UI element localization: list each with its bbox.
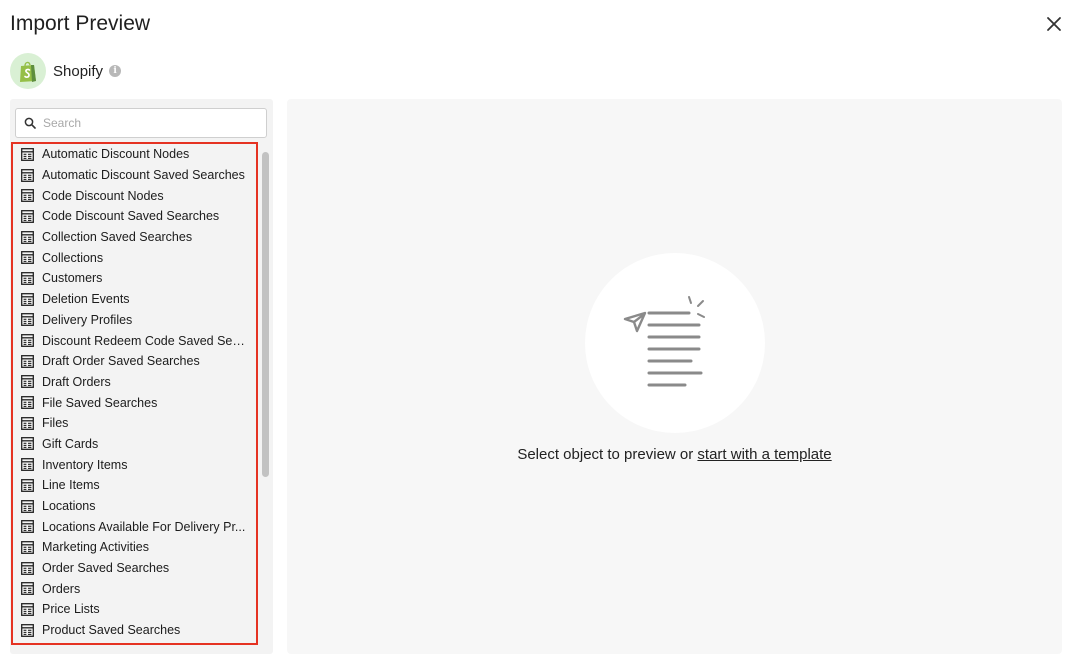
- object-list-item[interactable]: Discount Redeem Code Saved Sea...: [13, 330, 256, 351]
- dialog-title: Import Preview: [10, 12, 151, 35]
- object-list-item[interactable]: Draft Orders: [13, 372, 256, 393]
- close-icon: [1047, 17, 1061, 31]
- object-list-item[interactable]: Price Lists: [13, 599, 256, 620]
- close-button[interactable]: [1043, 13, 1065, 35]
- object-list-item[interactable]: Marketing Activities: [13, 537, 256, 558]
- table-icon: [21, 334, 34, 347]
- table-icon: [21, 582, 34, 596]
- table-icon: [21, 458, 34, 472]
- object-list-item-label: Orders: [42, 581, 81, 596]
- source-name: Shopify: [53, 62, 104, 80]
- table-icon: [21, 313, 34, 327]
- document-send-icon: [623, 296, 705, 387]
- preview-panel: Select object to preview or start with a…: [287, 99, 1062, 654]
- table-icon: [21, 478, 34, 492]
- table-icon: [21, 230, 34, 244]
- table-icon: [21, 147, 34, 161]
- object-list-item[interactable]: Order Saved Searches: [13, 558, 256, 579]
- object-list-item-label: Collections: [42, 250, 104, 265]
- shopify-logo: [10, 53, 46, 89]
- table-icon: [21, 416, 34, 430]
- table-icon: [21, 540, 34, 554]
- object-list-item[interactable]: Locations: [13, 496, 256, 517]
- object-list-item-label: Code Discount Saved Searches: [42, 209, 220, 224]
- object-list-item[interactable]: Automatic Discount Saved Searches: [13, 165, 256, 186]
- object-list: Automatic Discount Nodes Automatic Discou…: [11, 142, 258, 645]
- table-icon: [21, 251, 34, 265]
- object-list-item-label: Delivery Profiles: [42, 312, 133, 327]
- table-icon: [21, 437, 34, 451]
- table-icon: [21, 354, 34, 368]
- search-input[interactable]: [43, 116, 243, 130]
- object-list-item-label: Draft Order Saved Searches: [42, 354, 200, 369]
- search-box: [15, 108, 267, 138]
- object-list-item-label: Automatic Discount Nodes: [42, 147, 190, 162]
- table-icon: [21, 396, 34, 410]
- object-list-item-label: Deletion Events: [42, 292, 130, 307]
- object-list-item-label: Locations Available For Delivery Pr...: [42, 519, 246, 534]
- object-list-item-label: Order Saved Searches: [42, 561, 170, 576]
- object-list-item-label: Customers: [42, 271, 103, 286]
- object-list-item-label: Price Lists: [42, 602, 100, 617]
- table-icon: [21, 499, 34, 513]
- table-icon: [21, 168, 34, 182]
- table-icon: [21, 189, 34, 203]
- object-list-item[interactable]: File Saved Searches: [13, 392, 256, 413]
- object-list-item[interactable]: Product Saved Searches: [13, 620, 256, 641]
- table-icon: [21, 375, 34, 389]
- object-list-item-label: Collection Saved Searches: [42, 230, 193, 245]
- object-list-item-label: Gift Cards: [42, 436, 99, 451]
- object-list-item-label: Draft Orders: [42, 374, 111, 389]
- table-icon: [21, 561, 34, 575]
- object-list-item[interactable]: Collection Saved Searches: [13, 227, 256, 248]
- shopify-bag-icon: [20, 61, 36, 82]
- object-list-item[interactable]: Draft Order Saved Searches: [13, 351, 256, 372]
- object-list-item-label: Marketing Activities: [42, 540, 149, 555]
- object-list-item[interactable]: Customers: [13, 268, 256, 289]
- object-list-item-label: Locations: [42, 499, 96, 514]
- object-list-item-label: Line Items: [42, 478, 100, 493]
- start-with-template-link[interactable]: start with a template: [697, 446, 831, 463]
- table-icon: [21, 209, 34, 223]
- object-list-item[interactable]: Deletion Events: [13, 289, 256, 310]
- object-list-item[interactable]: Delivery Profiles: [13, 310, 256, 331]
- info-icon[interactable]: i: [109, 65, 122, 77]
- object-list-item-label: File Saved Searches: [42, 395, 158, 410]
- object-list-item[interactable]: Inventory Items: [13, 454, 256, 475]
- source-header: Shopify i: [10, 53, 122, 89]
- object-list-item-label: Automatic Discount Saved Searches: [42, 168, 245, 183]
- object-list-item-label: Code Discount Nodes: [42, 188, 164, 203]
- search-icon: [24, 117, 36, 129]
- list-scrollbar[interactable]: [262, 152, 269, 477]
- object-list-item-label: Inventory Items: [42, 457, 128, 472]
- object-list-item[interactable]: Automatic Discount Nodes: [13, 144, 256, 165]
- table-icon: [21, 603, 34, 616]
- empty-state-message: Select object to preview or start with a…: [287, 446, 1062, 463]
- object-list-item-label: Discount Redeem Code Saved Sea...: [42, 333, 247, 348]
- object-sidebar: Automatic Discount Nodes Automatic Discou…: [10, 99, 273, 654]
- table-icon: [21, 520, 34, 534]
- object-list-item-label: Files: [42, 416, 69, 431]
- object-list-item[interactable]: Orders: [13, 578, 256, 599]
- object-list-item[interactable]: Collections: [13, 247, 256, 268]
- object-list-item[interactable]: Files: [13, 413, 256, 434]
- object-list-item[interactable]: Code Discount Nodes: [13, 185, 256, 206]
- object-list-item[interactable]: Line Items: [13, 475, 256, 496]
- table-icon: [21, 623, 34, 637]
- object-list-item[interactable]: Code Discount Saved Searches: [13, 206, 256, 227]
- empty-state-text: Select object to preview or: [517, 446, 698, 463]
- object-list-item[interactable]: Gift Cards: [13, 434, 256, 455]
- empty-state-illustration: [585, 253, 765, 433]
- table-icon: [21, 292, 34, 306]
- object-list-item-label: Product Saved Searches: [42, 623, 181, 638]
- object-list-item[interactable]: Locations Available For Delivery Pr...: [13, 516, 256, 537]
- table-icon: [21, 272, 34, 285]
